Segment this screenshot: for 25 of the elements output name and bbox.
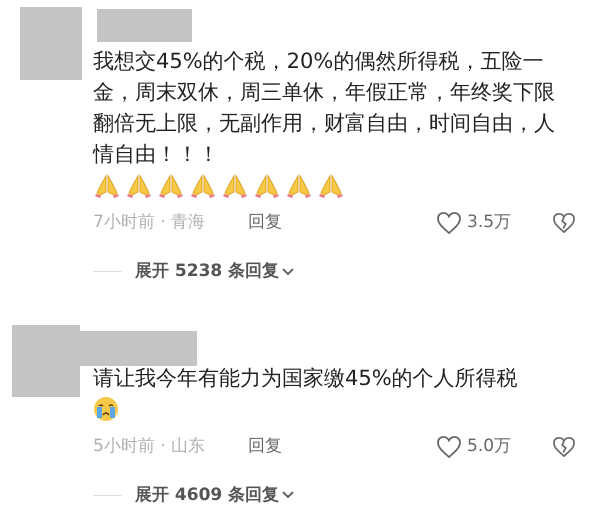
praying-hands-icon [94,172,120,198]
broken-heart-icon[interactable] [552,212,576,234]
crying-face-icon [93,396,119,422]
praying-hands-icon [190,172,216,198]
comment-text: 我想交45%的个税，20%的偶然所得税，五险一金，周末双休，周三单休，年假正常，年终奖下限翻倍无上限，无副作用，财富自由，时间自由，人情自由！！！ [93,48,556,168]
heart-icon[interactable] [436,434,462,458]
praying-hands-icon [222,172,248,198]
chevron-down-icon [281,490,296,500]
praying-hands-icon [254,172,280,198]
like-count: 5.0万 [467,434,512,458]
expand-replies-link[interactable]: 展开 4609 条回复 [135,482,296,506]
praying-hands-icon [286,172,312,198]
time-location: 7小时前 · 青海 [93,211,206,234]
chevron-down-icon [281,266,296,277]
like-count: 3.5万 [467,211,512,234]
broken-heart-icon[interactable] [552,436,576,458]
expand-replies-link[interactable]: 展开 5238 条回复 [135,259,296,284]
heart-icon[interactable] [436,211,462,235]
time-location: 5小时前 · 山东 [93,434,206,458]
praying-hands-icon [318,172,344,198]
praying-hands-icon [158,172,184,198]
praying-hands-icon [126,172,152,198]
comment-text: 请让我今年有能力为国家缴45%的个人所得税 [93,364,519,392]
reply-button[interactable]: 回复 [248,434,282,460]
reply-button[interactable]: 回复 [248,210,282,236]
